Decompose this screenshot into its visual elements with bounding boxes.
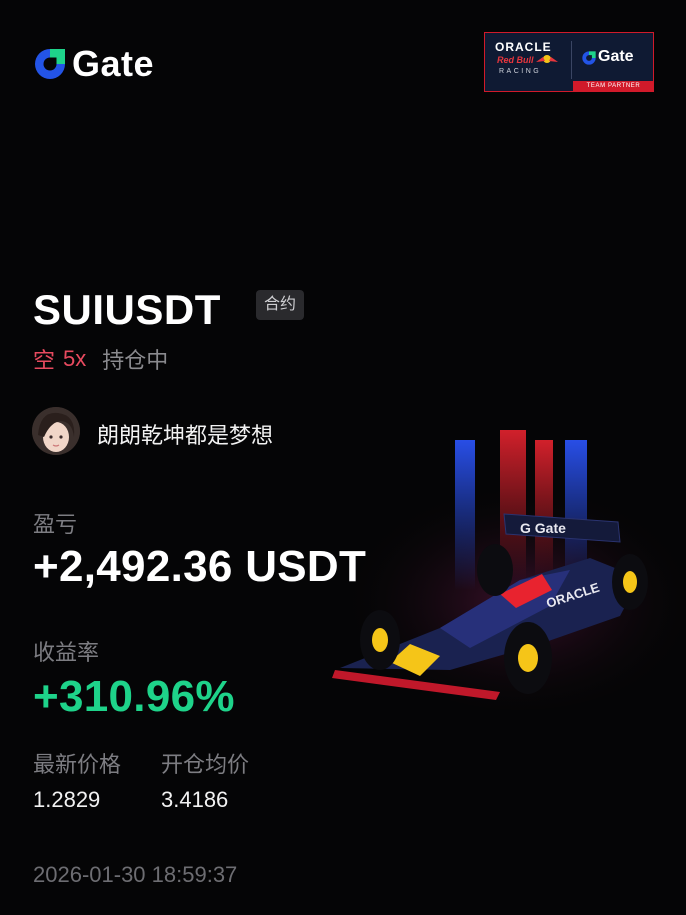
svg-text:G Gate: G Gate (520, 520, 566, 536)
position-side: 空 (33, 348, 56, 373)
timestamp: 2026-01-30 18:59:37 (33, 862, 238, 887)
pnl-label: 盈亏 (33, 512, 78, 537)
redbull-wordmark: Red Bull (497, 55, 534, 65)
oracle-wordmark: ORACLE (495, 40, 552, 54)
username: 朗朗乾坤都是梦想 (97, 423, 274, 448)
badge-divider (571, 41, 572, 79)
logo-wordmark: Gate (72, 43, 155, 84)
contract-tag: 合约 (256, 290, 305, 320)
avatar-image (32, 407, 80, 455)
pnl-value: +2,492.36 USDT (33, 542, 367, 591)
position-status: 持仓中 (102, 348, 169, 373)
position-side-row: 空 5x 持仓中 (33, 343, 168, 375)
roi-label: 收益率 (33, 640, 100, 665)
gate-small-icon (582, 51, 596, 65)
trading-pair: SUIUSDT (33, 286, 221, 333)
avatar (32, 407, 80, 455)
leverage: 5x (63, 346, 87, 371)
latest-price-value: 1.2829 (33, 787, 101, 812)
gate-logo-icon (35, 49, 65, 79)
roi-value: +310.96% (33, 672, 235, 721)
gate-logo: Gate (32, 43, 155, 84)
team-partner-label: TEAM PARTNER (573, 81, 654, 92)
redbull-bulls-icon (536, 55, 558, 63)
race-car-illustration: G Gate ORACLE (332, 430, 686, 710)
team-partner-badge: ORACLE Red Bull RACING Gate TEAM PARTNER (484, 32, 654, 92)
latest-price-label: 最新价格 (33, 752, 122, 777)
gate-small-wordmark: Gate (598, 48, 634, 65)
entry-price-value: 3.4186 (161, 787, 229, 812)
entry-price-label: 开仓均价 (161, 752, 250, 777)
racing-wordmark: RACING (499, 68, 542, 75)
